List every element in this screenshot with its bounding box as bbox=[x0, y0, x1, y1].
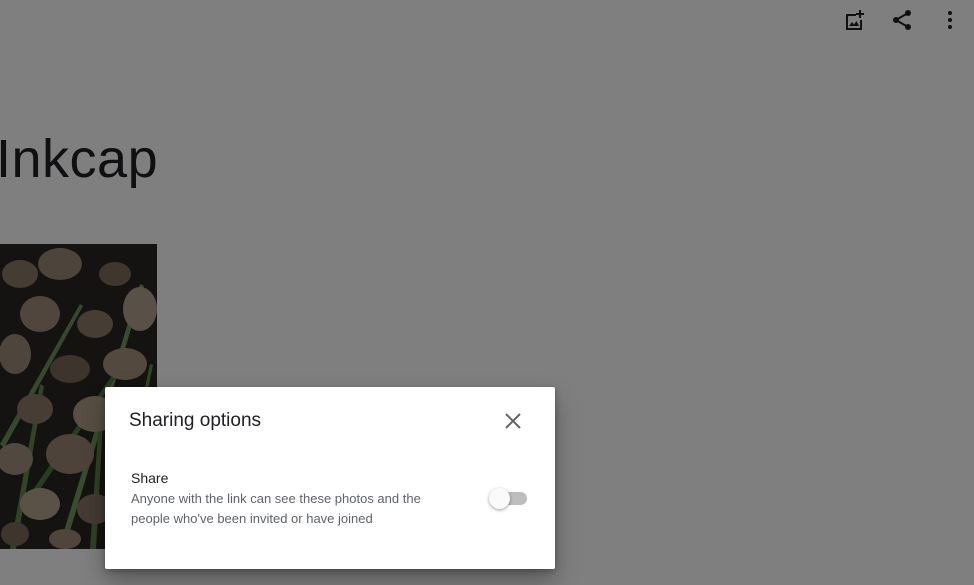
toggle-thumb bbox=[489, 488, 510, 509]
page: Inkcap bbox=[0, 0, 974, 585]
share-option-label: Share bbox=[131, 470, 169, 486]
share-option-description: Anyone with the link can see these photo… bbox=[131, 491, 421, 526]
sharing-options-dialog: Sharing options Share Anyone with the li… bbox=[105, 387, 555, 569]
close-button[interactable] bbox=[497, 405, 529, 437]
share-toggle[interactable] bbox=[489, 488, 529, 509]
close-icon bbox=[505, 413, 521, 429]
dialog-title: Sharing options bbox=[129, 410, 262, 431]
